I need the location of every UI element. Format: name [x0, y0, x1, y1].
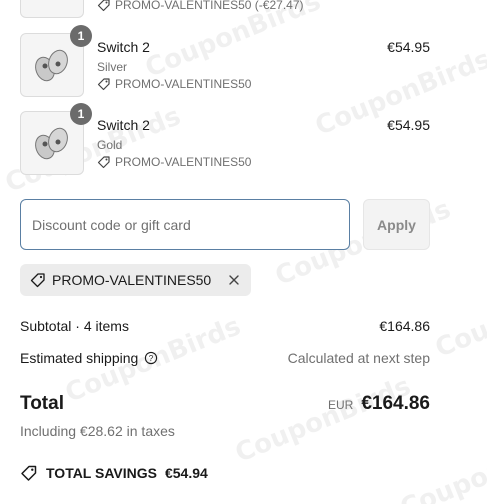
savings-tag-icon — [21, 465, 37, 481]
total-label: Total — [20, 393, 64, 414]
taxes-note: Including €28.62 in taxes — [20, 423, 175, 439]
discount-code-input[interactable] — [20, 199, 350, 250]
shipping-label: Estimated shipping — [20, 350, 139, 366]
tag-icon — [97, 156, 110, 169]
item-variant: Gold — [97, 138, 123, 152]
cart-item-partial: PROMO-VALENTINES50 (-€27.47) — [20, 0, 430, 18]
savings-value: €54.94 — [164, 465, 208, 481]
quantity-badge: 1 — [70, 103, 92, 125]
cart-item: 1 Switch 2 Silver PROMO-VALENTINES50 €54… — [20, 25, 430, 97]
currency-code: EUR — [327, 398, 354, 412]
item-name: Switch 2 — [97, 117, 150, 133]
item-variant: Silver — [97, 60, 128, 74]
savings-label: TOTAL SAVINGS — [46, 465, 157, 481]
help-icon[interactable]: ? — [144, 351, 158, 365]
item-promo-text: PROMO-VALENTINES50 — [115, 77, 252, 91]
watermark: CouponBirds — [396, 426, 487, 504]
svg-text:?: ? — [149, 354, 154, 363]
subtotal-label: Subtotal · 4 items — [20, 318, 129, 334]
total-amount: €164.86 — [361, 393, 430, 414]
applied-discount-chip: PROMO-VALENTINES50 — [20, 264, 252, 296]
product-thumbnail: 1 — [20, 103, 92, 175]
remove-discount-button[interactable] — [227, 273, 241, 287]
cart-item: 1 Switch 2 Gold PROMO-VALENTINES50 €54.9… — [20, 103, 430, 175]
watermark: CouponBirds — [431, 266, 487, 364]
shipping-value: Calculated at next step — [287, 350, 430, 366]
item-promo: PROMO-VALENTINES50 — [97, 77, 251, 91]
apply-button[interactable]: Apply — [363, 199, 430, 250]
item-promo-text: PROMO-VALENTINES50 (-€27.47) — [115, 0, 304, 12]
product-thumbnail: 1 — [20, 25, 92, 97]
product-image-icon — [35, 49, 68, 82]
shipping-label-group: Estimated shipping ? — [20, 350, 158, 366]
tag-icon — [97, 0, 110, 12]
subtotal-value: €164.86 — [379, 318, 430, 334]
close-icon — [229, 275, 239, 285]
applied-code-text: PROMO-VALENTINES50 — [52, 272, 212, 288]
item-price: €54.95 — [387, 39, 430, 55]
tag-icon — [97, 78, 110, 91]
product-thumbnail — [20, 0, 84, 18]
total-amount-group: EUR €164.86 — [328, 393, 430, 415]
total-savings: TOTAL SAVINGS €54.94 — [20, 464, 208, 482]
item-price: €54.95 — [387, 117, 430, 133]
item-promo-text: PROMO-VALENTINES50 — [115, 155, 252, 169]
product-image-icon — [35, 127, 68, 160]
item-promo: PROMO-VALENTINES50 — [97, 155, 251, 169]
item-promo: PROMO-VALENTINES50 (-€27.47) — [97, 0, 304, 12]
tag-icon — [30, 273, 45, 288]
item-name: Switch 2 — [97, 39, 150, 55]
joy-con-icon — [29, 0, 75, 9]
watermark: CouponBirds — [231, 371, 415, 469]
quantity-badge: 1 — [70, 25, 92, 47]
